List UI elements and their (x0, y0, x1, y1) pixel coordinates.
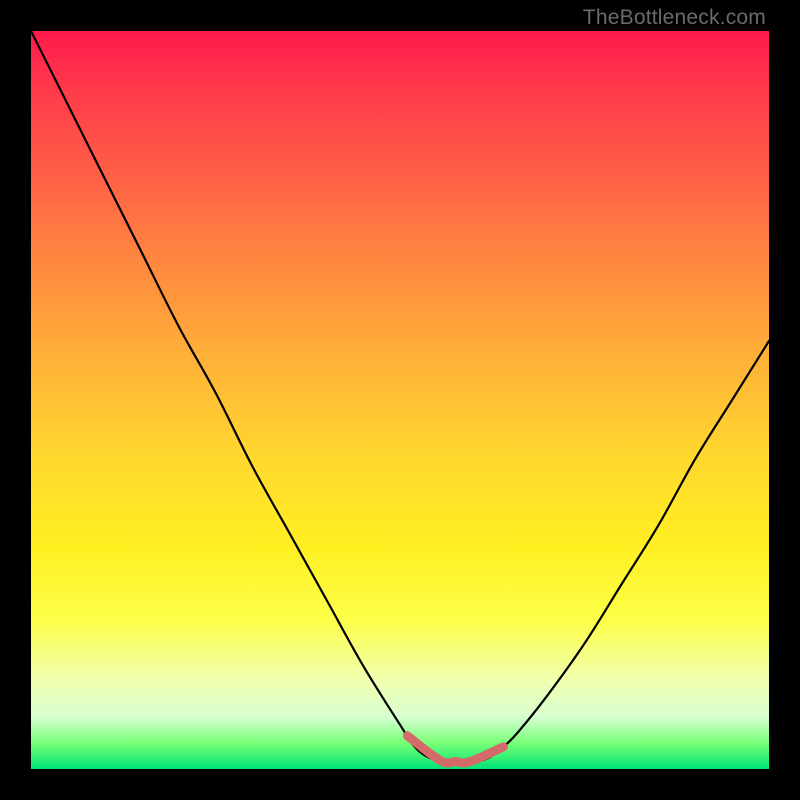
main-curve (31, 31, 769, 762)
chart-frame: TheBottleneck.com (0, 0, 800, 800)
chart-svg (31, 31, 769, 769)
plot-area (31, 31, 769, 769)
attribution-text: TheBottleneck.com (583, 6, 766, 30)
